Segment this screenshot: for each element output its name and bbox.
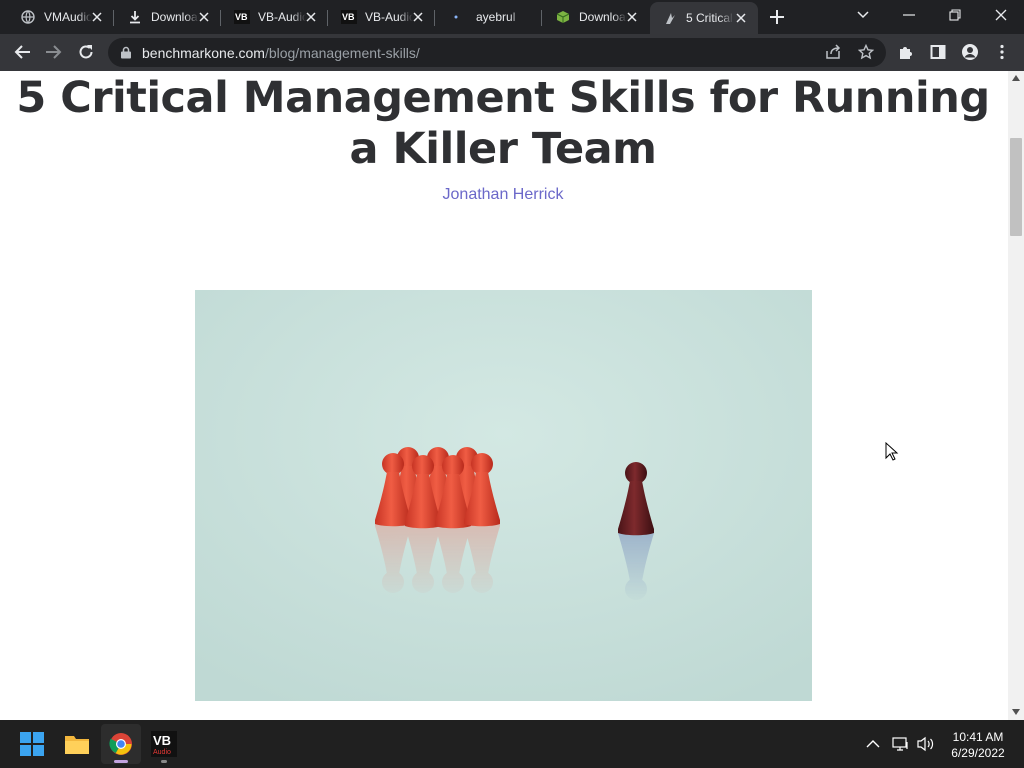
windows-start-icon[interactable]: [12, 724, 52, 764]
download-icon: [127, 9, 143, 25]
tab-title: ayebrul: [476, 10, 516, 24]
close-icon[interactable]: [734, 11, 748, 25]
tab-search-icon[interactable]: [840, 0, 886, 30]
restore-icon[interactable]: [932, 0, 978, 30]
window-close-icon[interactable]: [978, 0, 1024, 30]
vb-audio-icon: VB: [341, 9, 357, 25]
tab-separator: [434, 10, 435, 26]
scrollbar-thumb[interactable]: [1010, 138, 1022, 236]
author-link[interactable]: Jonathan Herrick: [0, 186, 1006, 204]
url-text: benchmarkone.com/blog/management-skills/: [142, 45, 420, 61]
tab-ayebrul[interactable]: ayebrul: [436, 4, 542, 30]
tab-separator: [541, 10, 542, 26]
tab-separator: [327, 10, 328, 26]
close-icon[interactable]: [90, 10, 104, 24]
vb-audio-icon: VB: [234, 9, 250, 25]
tab-title: Download: [151, 10, 199, 24]
close-icon[interactable]: [197, 10, 211, 24]
clock-time: 10:41 AM: [952, 730, 1004, 744]
lock-icon[interactable]: [120, 46, 132, 59]
svg-text:VB: VB: [342, 12, 355, 22]
chevron-up-icon[interactable]: [863, 734, 883, 754]
clock-date: 6/29/2022: [951, 746, 1005, 760]
tab-separator: [220, 10, 221, 26]
share-icon[interactable]: [823, 42, 843, 62]
profile-avatar-icon[interactable]: [960, 42, 980, 62]
globe-icon: [20, 9, 36, 25]
tab-download[interactable]: Download: [115, 4, 221, 30]
windows-taskbar: VB Audio 10:41 AM 6/29/2022: [0, 720, 1024, 768]
address-bar[interactable]: benchmarkone.com/blog/management-skills/: [108, 38, 886, 67]
vb-audio-icon[interactable]: VB Audio: [144, 724, 184, 764]
url-path: /blog/management-skills/: [264, 45, 420, 61]
back-arrow-icon[interactable]: [12, 42, 32, 62]
svg-text:VB: VB: [235, 12, 248, 22]
browser-toolbar: benchmarkone.com/blog/management-skills/: [0, 34, 1024, 71]
tab-title: 5 Critical: [686, 11, 733, 25]
new-tab-icon[interactable]: [768, 8, 786, 26]
tab-vmaudio[interactable]: VMAudio: [8, 4, 114, 30]
mouse-cursor-icon: [885, 442, 899, 461]
extensions-puzzle-icon[interactable]: [896, 42, 916, 62]
tab-strip: VMAudio Download VB VB-Audio VB VB-Audio…: [0, 0, 1024, 34]
speaker-volume-icon[interactable]: [916, 734, 936, 754]
side-panel-icon[interactable]: [928, 42, 948, 62]
file-explorer-icon[interactable]: [57, 724, 97, 764]
tab-separator: [113, 10, 114, 26]
tab-title: Download: [579, 10, 627, 24]
web-page: 5 Critical Management Skills for Running…: [0, 71, 1008, 720]
minimize-icon[interactable]: [886, 0, 932, 30]
system-clock[interactable]: 10:41 AM 6/29/2022: [940, 729, 1016, 761]
tab-download-2[interactable]: Download: [543, 4, 649, 30]
forward-arrow-icon[interactable]: [44, 42, 64, 62]
network-icon[interactable]: [891, 734, 911, 754]
benchmark-icon: [662, 10, 678, 26]
close-icon[interactable]: [411, 10, 425, 24]
tab-title: VB-Audio: [258, 10, 306, 24]
hero-image: [195, 290, 812, 701]
tab-vb-audio-2[interactable]: VB VB-Audio: [329, 4, 435, 30]
tab-5-critical[interactable]: 5 Critical: [650, 2, 758, 34]
tab-vb-audio[interactable]: VB VB-Audio: [222, 4, 328, 30]
svg-text:Audio: Audio: [153, 749, 171, 756]
tab-title: VMAudio: [44, 10, 92, 24]
bookmark-star-icon[interactable]: [856, 42, 876, 62]
close-icon[interactable]: [625, 10, 639, 24]
page-title: 5 Critical Management Skills for Running…: [16, 73, 990, 174]
svg-text:VB: VB: [153, 733, 171, 748]
url-domain: benchmarkone.com: [142, 45, 265, 61]
cube-icon: [555, 9, 571, 25]
tab-title: VB-Audio: [365, 10, 413, 24]
dot-icon: [448, 9, 464, 25]
reload-icon[interactable]: [76, 42, 96, 62]
chrome-icon[interactable]: [101, 724, 141, 764]
more-menu-icon[interactable]: [992, 42, 1012, 62]
close-icon[interactable]: [304, 10, 318, 24]
